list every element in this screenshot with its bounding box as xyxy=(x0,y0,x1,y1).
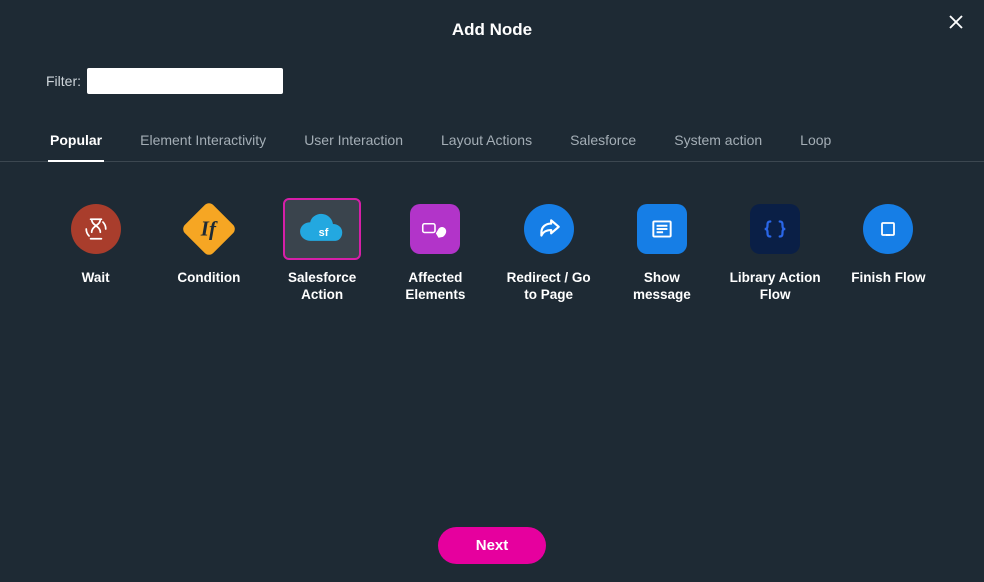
next-button[interactable]: Next xyxy=(438,527,547,564)
node-label: Condition xyxy=(177,270,240,287)
node-redirect[interactable]: Redirect / Go to Page xyxy=(501,198,596,304)
node-finish-flow[interactable]: Finish Flow xyxy=(841,198,936,287)
tab-loop[interactable]: Loop xyxy=(798,122,833,162)
add-node-modal: Add Node Filter: Popular Element Interac… xyxy=(0,0,984,582)
node-icon-wrap xyxy=(57,198,135,260)
close-button[interactable] xyxy=(942,8,970,36)
node-icon-wrap xyxy=(510,198,588,260)
node-icon-wrap xyxy=(396,198,474,260)
node-icon-wrap: If xyxy=(170,198,248,260)
tab-user-interaction[interactable]: User Interaction xyxy=(302,122,405,162)
tab-system-action[interactable]: System action xyxy=(672,122,764,162)
node-label: Library Action Flow xyxy=(728,270,823,304)
node-wait[interactable]: Wait xyxy=(48,198,143,287)
node-label: Wait xyxy=(82,270,110,287)
node-label: Redirect / Go to Page xyxy=(501,270,596,304)
filter-label: Filter: xyxy=(46,73,81,89)
category-tabs: Popular Element Interactivity User Inter… xyxy=(0,122,984,162)
filter-row: Filter: xyxy=(0,68,984,94)
node-icon-wrap xyxy=(623,198,701,260)
node-affected-elements[interactable]: Affected Elements xyxy=(388,198,483,304)
share-arrow-icon xyxy=(524,204,574,254)
modal-footer: Next xyxy=(0,527,984,564)
tab-element-interactivity[interactable]: Element Interactivity xyxy=(138,122,268,162)
node-icon-wrap xyxy=(849,198,927,260)
node-icon-wrap: sf xyxy=(283,198,361,260)
node-label: Show message xyxy=(614,270,709,304)
node-show-message[interactable]: Show message xyxy=(614,198,709,304)
node-condition[interactable]: If Condition xyxy=(161,198,256,287)
node-label: Finish Flow xyxy=(851,270,925,287)
filter-input[interactable] xyxy=(87,68,283,94)
tab-salesforce[interactable]: Salesforce xyxy=(568,122,638,162)
stop-square-icon xyxy=(863,204,913,254)
diamond-if-icon: If xyxy=(181,201,238,258)
message-lines-icon xyxy=(637,204,687,254)
cloud-sf-icon: sf xyxy=(295,209,349,249)
close-icon xyxy=(947,13,965,31)
node-label: Affected Elements xyxy=(388,270,483,304)
tab-popular[interactable]: Popular xyxy=(48,122,104,162)
node-salesforce-action[interactable]: sf Salesforce Action xyxy=(275,198,370,304)
modal-title: Add Node xyxy=(0,0,984,60)
node-grid: Wait If Condition sf Salesforce Action xyxy=(0,162,984,304)
svg-text:sf: sf xyxy=(319,227,329,239)
code-braces-icon xyxy=(750,204,800,254)
node-library-action-flow[interactable]: Library Action Flow xyxy=(728,198,823,304)
tab-layout-actions[interactable]: Layout Actions xyxy=(439,122,534,162)
node-label: Salesforce Action xyxy=(275,270,370,304)
hand-tap-icon xyxy=(410,204,460,254)
hourglass-icon xyxy=(71,204,121,254)
node-icon-wrap xyxy=(736,198,814,260)
